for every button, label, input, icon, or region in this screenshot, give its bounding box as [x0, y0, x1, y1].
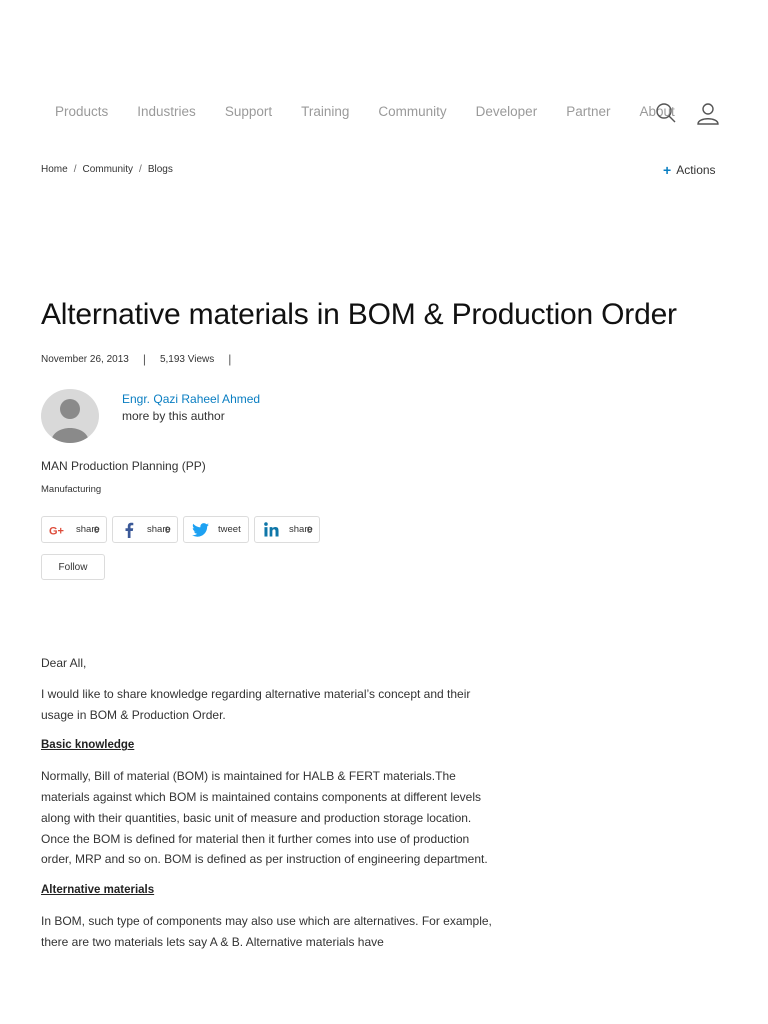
- share-label: tweet: [218, 524, 241, 535]
- nav-icons: [654, 101, 720, 125]
- breadcrumb-community[interactable]: Community: [82, 164, 133, 175]
- share-count: 0: [93, 525, 99, 535]
- breadcrumb-separator: /: [73, 164, 77, 175]
- page-title: Alternative materials in BOM & Productio…: [41, 298, 677, 331]
- twitter-icon: [191, 521, 209, 539]
- secondary-tag-link[interactable]: Manufacturing: [41, 484, 101, 495]
- actions-button[interactable]: + Actions: [663, 163, 716, 177]
- share-count: 0: [164, 525, 170, 535]
- share-count: 0: [306, 525, 312, 535]
- linkedin-icon: [262, 521, 280, 539]
- follow-button[interactable]: Follow: [41, 554, 105, 580]
- nav-item-industries[interactable]: Industries: [137, 104, 196, 119]
- section-heading-alternative-materials: Alternative materials: [41, 884, 155, 897]
- nav-item-developer[interactable]: Developer: [476, 104, 538, 119]
- author-name-link[interactable]: Engr. Qazi Raheel Ahmed: [122, 392, 260, 406]
- breadcrumb-separator: /: [139, 164, 142, 175]
- share-twitter-button[interactable]: tweet: [183, 516, 249, 543]
- meta-divider: |: [228, 352, 232, 366]
- facebook-icon: [120, 521, 138, 539]
- share-linkedin-button[interactable]: share 0: [254, 516, 320, 543]
- share-google-plus-button[interactable]: G+ share 0: [41, 516, 107, 543]
- share-facebook-button[interactable]: share 0: [112, 516, 178, 543]
- meta-divider: |: [142, 352, 146, 366]
- nav-item-training[interactable]: Training: [301, 104, 349, 119]
- more-by-author-link[interactable]: more by this author: [122, 409, 225, 423]
- article-meta: November 26, 2013 | 5,193 Views |: [41, 352, 245, 366]
- nav-item-products[interactable]: Products: [55, 104, 108, 119]
- section-heading-basic-knowledge: Basic knowledge: [41, 739, 135, 752]
- alternative-materials-paragraph: In BOM, such type of components may also…: [41, 913, 492, 949]
- intro-paragraph: I would like to share knowledge regardin…: [41, 686, 471, 722]
- nav-item-partner[interactable]: Partner: [566, 104, 610, 119]
- main-nav: Products Industries Support Training Com…: [55, 104, 704, 119]
- greeting-text: Dear All,: [41, 656, 87, 670]
- breadcrumb: Home / Community / Blogs: [41, 164, 173, 175]
- share-bar: G+ share 0 share 0 tweet share 0: [41, 516, 320, 543]
- basic-knowledge-paragraph: Normally, Bill of material (BOM) is main…: [41, 769, 488, 867]
- svg-text:G+: G+: [49, 525, 64, 536]
- primary-tag-link[interactable]: MAN Production Planning (PP): [41, 459, 206, 473]
- google-plus-icon: G+: [49, 521, 67, 539]
- search-icon[interactable]: [654, 101, 678, 125]
- avatar[interactable]: [41, 389, 99, 443]
- publish-date: November 26, 2013: [41, 353, 129, 365]
- user-icon[interactable]: [696, 101, 720, 125]
- nav-item-support[interactable]: Support: [225, 104, 272, 119]
- breadcrumb-home[interactable]: Home: [41, 164, 68, 175]
- nav-item-community[interactable]: Community: [378, 104, 446, 119]
- breadcrumb-blogs[interactable]: Blogs: [148, 164, 173, 175]
- view-count: 5,193 Views: [159, 353, 215, 365]
- actions-label: Actions: [676, 163, 716, 177]
- article-body: Dear All, I would like to share knowledg…: [41, 653, 501, 963]
- plus-icon: +: [663, 162, 672, 178]
